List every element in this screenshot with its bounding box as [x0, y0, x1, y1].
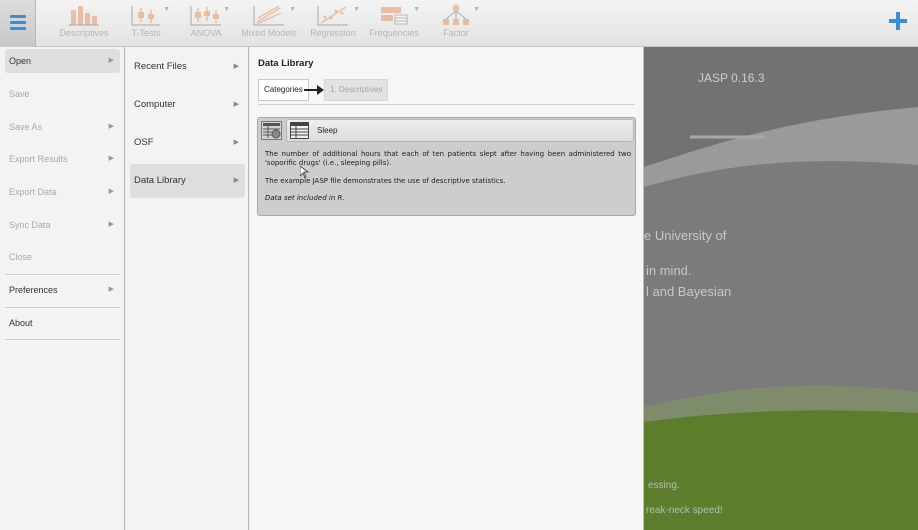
dataset-name: Sleep: [317, 126, 338, 135]
menu-export-results[interactable]: Export Results ▶: [5, 147, 120, 171]
menu-close-label: Close: [9, 252, 33, 262]
mouse-cursor-icon: [300, 166, 309, 178]
computer-label: Computer: [134, 99, 176, 110]
descriptives-label: Descriptives: [59, 28, 109, 38]
chevron-right-icon: ▶: [108, 286, 114, 293]
chevron-right-icon: ▶: [108, 188, 114, 195]
regression-icon: [317, 6, 348, 26]
chevron-right-icon: ▶: [233, 101, 239, 108]
menu-save-as-label: Save As: [9, 122, 43, 132]
chevron-down-icon: ▼: [223, 6, 230, 13]
open-computer[interactable]: Computer ▶: [130, 88, 245, 122]
hamburger-menu-button[interactable]: [0, 0, 36, 47]
descriptives-button[interactable]: Descriptives: [58, 4, 110, 42]
anova-button[interactable]: ▼ ANOVA: [186, 4, 230, 42]
factor-icon: [443, 4, 469, 25]
frequencies-button[interactable]: ▼ Frequencies: [368, 4, 420, 42]
menu-sync-data-label: Sync Data: [9, 220, 51, 230]
breadcrumb-categories[interactable]: Categories: [258, 79, 309, 101]
chevron-down-icon: ▼: [163, 6, 170, 13]
ribbon-toolbar: Descriptives ▼ T-Tests ▼ ANOVA ▼ Mixed M…: [0, 0, 918, 47]
welcome-text-1: e University of: [644, 228, 727, 243]
menu-export-data[interactable]: Export Data ▶: [5, 180, 120, 204]
dataset-included-note: Data set included in R.: [265, 194, 345, 202]
menu-divider: [5, 274, 120, 275]
menu-divider: [5, 339, 120, 340]
dataset-example-note: The example JASP file demonstrates the u…: [265, 177, 506, 185]
panel-divider: [258, 104, 635, 105]
chevron-down-icon: ▼: [473, 6, 480, 13]
menu-save-label: Save: [9, 89, 30, 99]
recent-files-label: Recent Files: [134, 61, 187, 72]
menu-about[interactable]: About: [5, 311, 120, 335]
regression-label: Regression: [310, 28, 356, 38]
chevron-right-icon: ▶: [233, 139, 239, 146]
chevron-right-icon: ▶: [108, 123, 114, 130]
mixed-models-button[interactable]: ▼ Mixed Models: [240, 4, 298, 42]
data-table-icon[interactable]: [290, 122, 309, 139]
dataset-description: The number of additional hours that each…: [265, 150, 631, 167]
osf-label: OSF: [134, 137, 154, 148]
anova-label: ANOVA: [190, 28, 222, 38]
chevron-right-icon: ▶: [233, 63, 239, 70]
dataset-card-sleep[interactable]: Sleep The number of additional hours tha…: [257, 117, 636, 216]
menu-save-as[interactable]: Save As ▶: [5, 115, 120, 139]
data-library-label: Data Library: [134, 175, 186, 186]
menu-export-results-label: Export Results: [9, 154, 68, 164]
chevron-down-icon: ▼: [413, 6, 420, 13]
open-recent-files[interactable]: Recent Files ▶: [130, 50, 245, 84]
menu-preferences[interactable]: Preferences ▶: [5, 278, 120, 302]
welcome-text-4: essing.: [648, 480, 680, 491]
arrow-right-icon: [304, 85, 324, 95]
frequencies-label: Frequencies: [369, 28, 419, 38]
menu-divider: [5, 307, 120, 308]
breadcrumb-descriptives[interactable]: 1. Descriptives: [324, 79, 389, 101]
menu-export-data-label: Export Data: [9, 187, 57, 197]
welcome-text-2: in mind.: [646, 263, 692, 278]
panel-title: Data Library: [258, 58, 314, 69]
open-data-library[interactable]: Data Library ▶: [130, 164, 245, 198]
menu-save[interactable]: Save: [5, 82, 120, 106]
menu-sync-data[interactable]: Sync Data ▶: [5, 213, 120, 237]
chevron-right-icon: ▶: [108, 155, 114, 162]
open-osf[interactable]: OSF ▶: [130, 126, 245, 160]
chevron-down-icon: ▼: [353, 6, 360, 13]
chevron-right-icon: ▶: [108, 221, 114, 228]
anova-icon: [190, 6, 221, 26]
t-tests-label: T-Tests: [131, 28, 161, 38]
chevron-down-icon: ▼: [289, 6, 296, 13]
menu-open[interactable]: Open ▶: [5, 49, 120, 73]
t-tests-button[interactable]: ▼ T-Tests: [126, 4, 170, 42]
welcome-text-3: l and Bayesian: [646, 284, 732, 299]
dataset-header[interactable]: Sleep: [286, 119, 634, 142]
file-menu: Open ▶ Save Save As ▶ Export Results ▶ E…: [0, 47, 125, 530]
frequencies-icon: [381, 7, 408, 25]
welcome-page: JASP 0.16.3 e University of in mind. l a…: [644, 47, 918, 530]
factor-button[interactable]: ▼ Factor: [436, 4, 480, 42]
chevron-right-icon: ▶: [233, 177, 239, 184]
hamburger-menu-icon: [10, 15, 26, 18]
add-module-button[interactable]: [888, 11, 908, 31]
welcome-text-5: reak-neck speed!: [646, 505, 723, 516]
menu-preferences-label: Preferences: [9, 285, 58, 295]
menu-about-label: About: [9, 318, 33, 328]
menu-open-label: Open: [9, 56, 32, 66]
menu-close[interactable]: Close: [5, 245, 120, 269]
chevron-right-icon: ▶: [108, 57, 114, 64]
factor-label: Factor: [443, 28, 469, 38]
open-submenu: Recent Files ▶ Computer ▶ OSF ▶ Data Lib…: [126, 47, 249, 530]
version-text: JASP 0.16.3: [698, 71, 765, 85]
regression-button[interactable]: ▼ Regression: [308, 4, 360, 42]
t-tests-icon: [131, 6, 160, 26]
data-library-panel: Data Library Categories 1. Descriptives …: [250, 47, 644, 530]
jasp-file-icon[interactable]: [261, 121, 282, 140]
descriptives-icon: [69, 6, 99, 26]
mixed-models-icon: [253, 5, 284, 26]
mixed-models-label: Mixed Models: [241, 28, 297, 38]
